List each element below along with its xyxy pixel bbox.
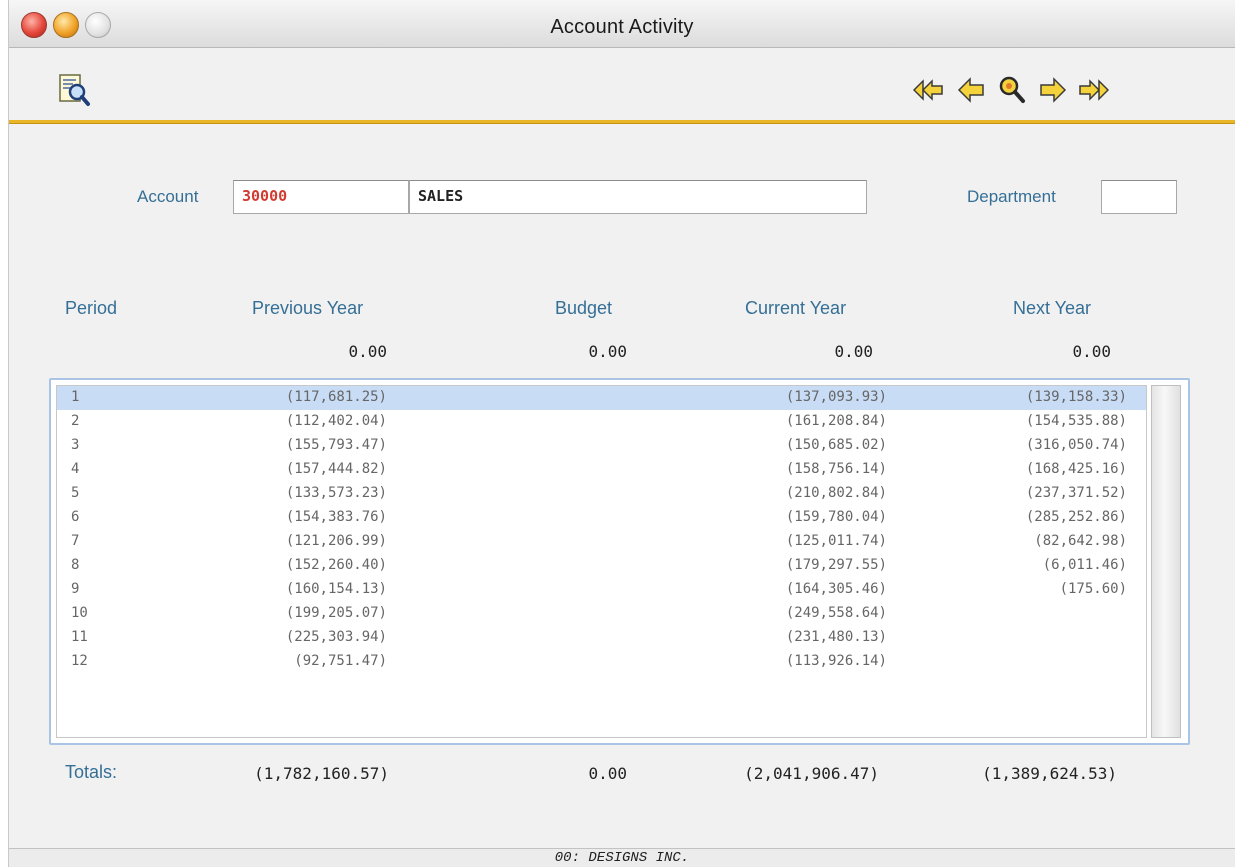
period-cell: 9 [71,581,80,597]
department-label: Department [967,187,1056,206]
opening-current-year: 0.00 [834,342,873,361]
period-cell: 4 [71,461,80,477]
find-record-icon[interactable] [995,73,1029,107]
period-cell: 8 [71,557,80,573]
previous-year-cell: (157,444.82) [285,461,387,477]
table-row[interactable]: 4 (157,444.82) (158,756.14) (168,425.16) [57,458,1146,482]
previous-year-cell: (117,681.25) [285,389,387,405]
current-year-cell: (125,011.74) [785,533,887,549]
next-year-cell: (154,535.88) [1025,413,1127,429]
department-field[interactable] [1101,180,1177,214]
next-record-icon[interactable] [1035,73,1069,107]
previous-year-cell: (225,303.94) [285,629,387,645]
current-year-cell: (249,558.64) [785,605,887,621]
table-row[interactable]: 10 (199,205.07) (249,558.64) [57,602,1146,626]
table-row[interactable]: 12 (92,751.47) (113,926.14) [57,650,1146,674]
totals-label: Totals: [65,762,118,782]
next-year-cell: (237,371.52) [1025,485,1127,501]
current-year-cell: (137,093.93) [785,389,887,405]
opening-budget: 0.00 [588,342,627,361]
period-cell: 7 [71,533,80,549]
period-cell: 2 [71,413,80,429]
next-year-cell: (168,425.16) [1025,461,1127,477]
current-year-cell: (113,926.14) [785,653,887,669]
next-year-cell: (139,158.33) [1025,389,1127,405]
period-cell: 10 [71,605,88,621]
table-row[interactable]: 1 (117,681.25) (137,093.93) (139,158.33) [57,386,1146,410]
total-budget: 0.00 [588,764,627,783]
last-record-icon[interactable] [1075,73,1110,107]
previous-record-icon[interactable] [955,73,989,107]
column-header-previous-year: Previous Year [252,298,364,318]
period-cell: 6 [71,509,80,525]
previous-year-cell: (199,205.07) [285,605,387,621]
current-year-cell: (150,685.02) [785,437,887,453]
account-activity-window: Account Activity Account 30000 SALES Dep… [8,0,1235,867]
list-scrollbar[interactable] [1151,385,1181,738]
status-bar: 00: DESIGNS INC. [9,848,1235,867]
period-cell: 12 [71,653,88,669]
next-year-cell: (175.60) [1059,581,1127,597]
table-row[interactable]: 7 (121,206.99) (125,011.74) (82,642.98) [57,530,1146,554]
previous-year-cell: (121,206.99) [285,533,387,549]
previous-year-cell: (154,383.76) [285,509,387,525]
first-record-icon[interactable] [912,73,947,107]
table-row[interactable]: 2 (112,402.04) (161,208.84) (154,535.88) [57,410,1146,434]
current-year-cell: (210,802.84) [785,485,887,501]
table-row[interactable]: 8 (152,260.40) (179,297.55) (6,011.46) [57,554,1146,578]
previous-year-cell: (152,260.40) [285,557,387,573]
account-code-field[interactable]: 30000 [233,180,409,214]
company-name: 00: DESIGNS INC. [554,850,690,866]
column-header-next-year: Next Year [1013,298,1092,318]
period-cell: 11 [71,629,88,645]
column-header-budget: Budget [555,298,613,318]
total-next-year: (1,389,624.53) [982,764,1117,783]
table-row[interactable]: 3 (155,793.47) (150,685.02) (316,050.74) [57,434,1146,458]
next-year-cell: (316,050.74) [1025,437,1127,453]
opening-previous-year: 0.00 [348,342,387,361]
current-year-cell: (161,208.84) [785,413,887,429]
current-year-cell: (159,780.04) [785,509,887,525]
previous-year-cell: (133,573.23) [285,485,387,501]
next-year-cell: (285,252.86) [1025,509,1127,525]
current-year-cell: (164,305.46) [785,581,887,597]
next-year-cell: (82,642.98) [1034,533,1127,549]
title-bar: Account Activity [9,0,1235,48]
period-list[interactable]: 1 (117,681.25) (137,093.93) (139,158.33) 2 (1… [56,385,1147,738]
next-year-cell: (6,011.46) [1042,557,1127,573]
period-cell: 1 [71,389,80,405]
previous-year-cell: (112,402.04) [285,413,387,429]
period-cell: 3 [71,437,80,453]
previous-year-cell: (92,751.47) [294,653,387,669]
previous-year-cell: (160,154.13) [285,581,387,597]
report-preview-icon[interactable] [57,73,91,107]
toolbar-divider [9,120,1235,124]
current-year-cell: (179,297.55) [785,557,887,573]
period-cell: 5 [71,485,80,501]
opening-next-year: 0.00 [1072,342,1111,361]
current-year-cell: (158,756.14) [785,461,887,477]
period-list-frame: 1 (117,681.25) (137,093.93) (139,158.33) 2 (1… [49,378,1190,745]
column-header-current-year: Current Year [745,298,847,318]
account-name-field[interactable]: SALES [409,180,867,214]
current-year-cell: (231,480.13) [785,629,887,645]
previous-year-cell: (155,793.47) [285,437,387,453]
total-current-year: (2,041,906.47) [744,764,879,783]
account-label: Account [137,187,199,206]
table-row[interactable]: 5 (133,573.23) (210,802.84) (237,371.52) [57,482,1146,506]
table-row[interactable]: 6 (154,383.76) (159,780.04) (285,252.86) [57,506,1146,530]
toolbar [9,48,1235,120]
column-header-period: Period [65,298,118,318]
total-previous-year: (1,782,160.57) [254,764,389,783]
table-row[interactable]: 9 (160,154.13) (164,305.46) (175.60) [57,578,1146,602]
window-title: Account Activity [550,16,694,38]
table-row[interactable]: 11 (225,303.94) (231,480.13) [57,626,1146,650]
